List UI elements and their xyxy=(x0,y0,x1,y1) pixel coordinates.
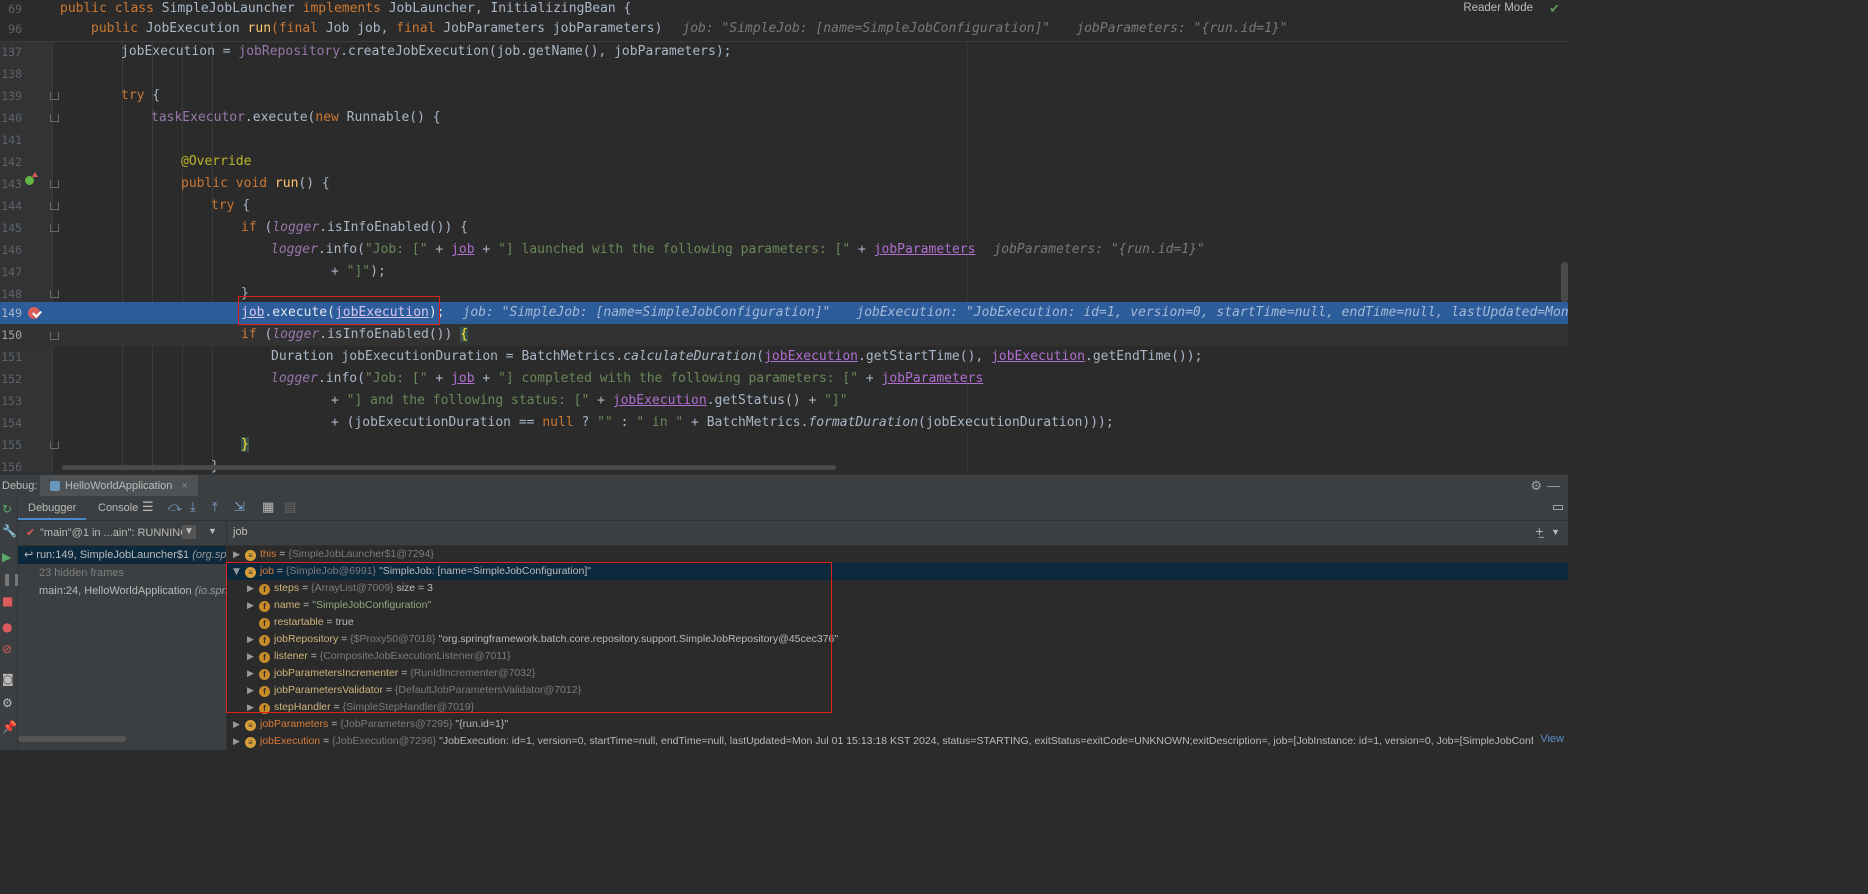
expand-icon: ▶ xyxy=(233,720,240,730)
step-out-icon[interactable]: ⤒ xyxy=(212,500,218,515)
minimize-icon[interactable]: — xyxy=(1547,478,1560,493)
reader-mode-toggle[interactable]: Reader Mode xyxy=(1463,2,1533,14)
sticky-method-header[interactable]: 96 public JobExecution run(final Job job… xyxy=(0,20,1568,42)
trace-icon[interactable]: ▤ xyxy=(284,500,296,515)
frames-panel: ✔ "main"@1 in ...ain": RUNNING ▼ ▼ ↩ run… xyxy=(18,521,227,750)
run-config-icon xyxy=(50,481,60,491)
view-breakpoints-icon[interactable]: ● xyxy=(2,620,12,634)
fold-icon[interactable] xyxy=(50,92,59,101)
code-line-150[interactable]: if (logger.isInfoEnabled()) { xyxy=(241,324,468,346)
check-icon: ✔ xyxy=(26,526,36,539)
stop-icon[interactable]: ■ xyxy=(2,594,13,608)
code-line-147[interactable]: + "]"); xyxy=(331,261,386,283)
gear-icon[interactable]: ⚙ xyxy=(1530,478,1542,494)
frame-row[interactable]: ↩ run:149, SimpleJobLauncher$1 (org.spri… xyxy=(18,546,226,564)
tab-debugger[interactable]: Debugger xyxy=(18,496,87,520)
menu-icon[interactable]: ☰ xyxy=(142,500,154,515)
highlight-box-job-variable xyxy=(226,562,832,713)
chevron-down-icon[interactable]: ▼ xyxy=(1551,527,1560,537)
evaluate-icon[interactable]: ▦ xyxy=(262,500,274,515)
watch-input[interactable]: job +̲ ▼ xyxy=(227,521,1568,546)
caret-line xyxy=(0,324,1568,346)
fold-icon[interactable] xyxy=(50,114,59,123)
code-line-153[interactable]: + "] and the following status: [" + jobE… xyxy=(331,390,848,412)
code-line-142[interactable]: @Override xyxy=(181,151,251,173)
check-icon[interactable]: ✔ xyxy=(1549,2,1560,17)
run-config-tab[interactable]: HelloWorldApplication × xyxy=(40,475,198,497)
rerun-icon[interactable]: ↻ xyxy=(2,502,12,516)
step-into-icon[interactable]: ⤓ xyxy=(190,500,196,515)
code-line-154[interactable]: + (jobExecutionDuration == null ? "" : "… xyxy=(331,412,1114,434)
debug-title-bar: Debug: HelloWorldApplication × ⚙ — xyxy=(0,474,1568,497)
frames-horizontal-scrollbar[interactable] xyxy=(18,736,126,742)
code-line-145[interactable]: if (logger.isInfoEnabled()) { xyxy=(241,217,468,239)
frame-row[interactable]: main:24, HelloWorldApplication (io.sprin xyxy=(18,582,226,600)
sticky-class-header[interactable]: 69 public class SimpleJobLauncher implem… xyxy=(0,0,1568,20)
variable-row[interactable]: ▶ ≡ jobExecution = {JobExecution@7296} "Jo… xyxy=(233,733,1533,750)
frame-row[interactable]: 23 hidden frames xyxy=(18,564,226,582)
field-icon: ≡ xyxy=(245,737,256,748)
horizontal-scrollbar[interactable] xyxy=(62,465,836,470)
chevron-down-icon[interactable]: ▼ xyxy=(208,526,217,536)
code-line-143[interactable]: public void run() { xyxy=(181,173,330,195)
code-line-139[interactable]: try { xyxy=(121,85,160,107)
fold-icon[interactable] xyxy=(50,180,59,189)
view-link[interactable]: View xyxy=(1540,733,1564,745)
overrides-method-icon[interactable] xyxy=(25,172,38,185)
code-line-144[interactable]: try { xyxy=(211,195,250,217)
add-watch-icon[interactable]: +̲ xyxy=(1535,525,1544,538)
code-line-146[interactable]: logger.info("Job: [" + job + "] launched… xyxy=(271,239,1205,261)
mute-breakpoints-icon[interactable]: ⊘ xyxy=(2,642,12,656)
tab-console[interactable]: Console xyxy=(88,496,148,520)
debug-toolbar: Debugger Console ☰ ⤼ ⤓ ⤒ ⇲ ▦ ▤ ▭ xyxy=(18,496,1568,521)
fold-icon[interactable] xyxy=(50,332,59,341)
pin-icon[interactable]: 📌 xyxy=(2,720,17,734)
resume-icon[interactable]: ▶ xyxy=(2,550,11,564)
variable-row[interactable]: ▶ ≡ jobParameters = {JobParameters@7295} "… xyxy=(233,716,508,733)
variable-row[interactable]: ▶ ≡ this = {SimpleJobLauncher$1@7294} xyxy=(233,546,434,563)
step-over-icon[interactable]: ⤼ xyxy=(168,500,182,515)
close-icon[interactable]: × xyxy=(181,480,187,492)
thread-selector[interactable]: ✔ "main"@1 in ...ain": RUNNING ▼ ▼ xyxy=(18,521,226,546)
run-to-cursor-icon[interactable]: ⇲ xyxy=(234,500,245,515)
fold-icon[interactable] xyxy=(50,290,59,299)
code-line-149[interactable]: job.execute(jobExecution); job: "SimpleJo… xyxy=(241,302,1568,324)
code-line-155[interactable]: } xyxy=(241,434,249,456)
variables-panel: job +̲ ▼ ▶ ≡ this = {SimpleJobLauncher$1@7… xyxy=(226,521,1568,750)
code-editor[interactable]: 69 public class SimpleJobLauncher implem… xyxy=(0,0,1568,474)
code-line-137[interactable]: jobExecution = jobRepository.createJobEx… xyxy=(121,41,732,63)
filter-icon[interactable]: ▼ xyxy=(182,525,196,539)
debug-panel: Debug: HelloWorldApplication × ⚙ — ↻ 🔧 ▶… xyxy=(0,474,1568,750)
code-line-140[interactable]: taskExecutor.execute(new Runnable() { xyxy=(151,107,441,129)
settings-icon[interactable]: ⚙ xyxy=(2,696,13,710)
field-icon: ≡ xyxy=(245,720,256,731)
wrench-icon[interactable]: 🔧 xyxy=(2,524,17,538)
code-line-152[interactable]: logger.info("Job: [" + job + "] complete… xyxy=(271,368,983,390)
debug-actions-strip: ↻ 🔧 ▶ ❚❚ ■ ● ⊘ ◙ ⚙ 📌 xyxy=(0,496,22,750)
layout-icon[interactable]: ▭ xyxy=(1552,500,1564,515)
expand-icon: ▶ xyxy=(233,737,240,747)
code-line-151[interactable]: Duration jobExecutionDuration = BatchMet… xyxy=(271,346,1202,368)
camera-icon[interactable]: ◙ xyxy=(2,672,14,686)
highlight-box-current-statement xyxy=(238,296,440,325)
fold-icon[interactable] xyxy=(50,224,59,233)
return-arrow-icon: ↩ xyxy=(24,548,34,561)
breakpoint-icon[interactable] xyxy=(28,307,40,319)
fold-icon[interactable] xyxy=(50,441,59,450)
field-icon: ≡ xyxy=(245,550,256,561)
debug-label: Debug: xyxy=(2,480,38,492)
vertical-scrollbar[interactable] xyxy=(1561,262,1568,302)
fold-icon[interactable] xyxy=(50,202,59,211)
